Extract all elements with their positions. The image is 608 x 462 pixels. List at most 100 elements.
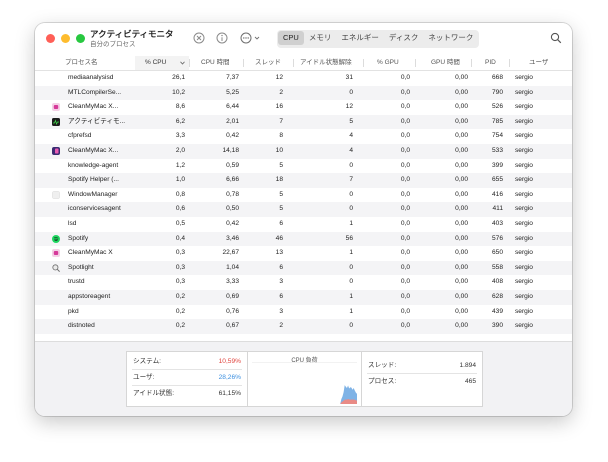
cell-idle-wakeups: 0 (349, 205, 353, 213)
system-stat: システム: 10,59% (133, 356, 241, 368)
cell-gpu-time: 0,00 (455, 161, 468, 169)
cell-cpu-percent: 0,3 (175, 278, 185, 286)
cell-idle-wakeups: 31 (345, 74, 353, 81)
idle-value: 61,15% (218, 390, 241, 397)
cell-process-name: CleanMyMac X... (68, 103, 119, 111)
cell-cpu-percent: 1,0 (175, 176, 185, 184)
header-idle-wakeups[interactable]: アイドル状態解除 (300, 56, 370, 70)
cell-process-name: Spotlight (68, 263, 94, 271)
cell-user: sergio (515, 205, 533, 213)
table-row[interactable]: distnoted 0,2 0,67 2 0 0,0 0,00 390 sergio (35, 319, 572, 334)
summary-panel: システム: 10,59% ユーザ: 28,26% アイドル状態: 61,15% … (35, 341, 572, 416)
cell-gpu-percent: 0,0 (400, 146, 410, 154)
close-window-button[interactable] (46, 34, 55, 43)
cell-pid: 754 (491, 132, 503, 140)
stop-process-icon[interactable] (193, 32, 205, 44)
toolbar: アクティビティモニタ 自分のプロセス CPU メモリ エネルギー ディスク ネッ… (35, 23, 572, 54)
table-row[interactable]: CleanMyMac X... 8,6 6,44 16 12 0,0 0,00 526 serg… (35, 100, 572, 115)
table-row[interactable]: mediaanalysisd 26,1 7,37 12 31 0,0 0,00 668 serg… (35, 71, 572, 86)
table-row[interactable]: WindowManager 0,8 0,78 5 0 0,0 0,00 416 sergio (35, 188, 572, 203)
cell-user: sergio (515, 117, 533, 125)
table-row[interactable]: iconservicesagent 0,6 0,50 5 0 0,0 0,00 411 serg… (35, 202, 572, 217)
cell-cpu-percent: 1,2 (175, 161, 185, 169)
header-gpu-time[interactable]: GPU 時間 (431, 56, 471, 70)
table-row[interactable]: pkd 0,2 0,76 3 1 0,0 0,00 439 sergio (35, 305, 572, 320)
cell-gpu-percent: 0,0 (400, 292, 410, 300)
header-cpu-percent[interactable]: % CPU (135, 56, 189, 70)
table-row[interactable]: knowledge-agent 1,2 0,59 5 0 0,0 0,00 399 sergio (35, 159, 572, 174)
processes-label: プロセス: (368, 378, 397, 385)
table-row[interactable]: アクティビティモ... 6,2 2,01 7 5 0,0 0,00 785 sergio (35, 114, 572, 130)
header-user[interactable]: ユーザ (529, 56, 559, 70)
cell-gpu-time: 0,00 (455, 278, 468, 286)
spotify-icon (52, 234, 60, 243)
cell-gpu-time: 0,00 (455, 249, 468, 257)
cell-user: sergio (515, 146, 533, 154)
window-subtitle[interactable]: 自分のプロセス (90, 40, 174, 49)
cell-pid: 668 (491, 74, 503, 81)
window-title: アクティビティモニタ (90, 29, 174, 39)
cell-cpu-percent: 0,4 (175, 234, 185, 242)
zoom-window-button[interactable] (76, 34, 85, 43)
threads-value: 1.894 (459, 362, 476, 369)
cell-pid: 399 (491, 161, 503, 169)
cell-process-name: trustd (68, 278, 85, 286)
header-process-name[interactable]: プロセス名 (65, 56, 135, 70)
cell-process-name: Spotify (68, 234, 89, 242)
cell-cpu-time: 0,78 (226, 190, 239, 198)
table-row[interactable]: trustd 0,3 3,33 3 0 0,0 0,00 408 sergio (35, 275, 572, 290)
cell-gpu-time: 0,00 (455, 176, 468, 184)
search-icon[interactable] (550, 32, 562, 44)
idle-label: アイドル状態: (133, 390, 175, 397)
cell-idle-wakeups: 0 (349, 190, 353, 198)
cell-threads: 13 (275, 249, 283, 257)
cell-threads: 3 (279, 307, 283, 315)
table-row[interactable]: MTLCompilerSe... 10,2 5,25 2 0 0,0 0,00 790 serg… (35, 85, 572, 101)
header-pid[interactable]: PID (485, 56, 509, 70)
header-cpu-time[interactable]: CPU 時間 (201, 56, 241, 70)
cell-gpu-percent: 0,0 (400, 161, 410, 169)
tab-cpu[interactable]: CPU (278, 31, 304, 45)
minimize-window-button[interactable] (61, 34, 70, 43)
table-row[interactable]: Spotify Helper (... 1,0 6,66 18 7 0,0 0,00 655 s… (35, 173, 572, 188)
cell-user: sergio (515, 322, 533, 330)
tab-energy[interactable]: エネルギー (336, 31, 384, 45)
table-row[interactable]: appstoreagent 0,2 0,69 6 1 0,0 0,00 628 sergio (35, 289, 572, 305)
cell-pid: 390 (491, 322, 503, 330)
cell-cpu-percent: 2,0 (175, 146, 185, 154)
cell-pid: 408 (491, 278, 503, 286)
activity-monitor-window: アクティビティモニタ 自分のプロセス CPU メモリ エネルギー ディスク ネッ… (35, 23, 572, 416)
table-row[interactable]: Spotify 0,4 3,46 46 56 0,0 0,00 576 sergio (35, 231, 572, 247)
cell-gpu-time: 0,00 (455, 307, 468, 315)
cell-gpu-percent: 0,0 (400, 190, 410, 198)
cell-gpu-time: 0,00 (455, 88, 468, 96)
cell-cpu-time: 0,42 (226, 132, 239, 140)
header-threads[interactable]: スレッド (255, 56, 289, 70)
info-icon[interactable] (216, 32, 228, 44)
cleanmymac-menu-icon (52, 146, 60, 155)
header-gpu-percent[interactable]: % GPU (377, 56, 411, 70)
process-rows: mediaanalysisd 26,1 7,37 12 31 0,0 0,00 668 serg… (35, 71, 572, 334)
table-row[interactable]: CleanMyMac X... 2,0 14,18 10 4 0,0 0,00 533 serg… (35, 143, 572, 159)
cell-cpu-time: 14,18 (222, 146, 239, 154)
tab-network[interactable]: ネットワーク (423, 31, 478, 45)
more-actions-button[interactable] (240, 32, 260, 44)
table-row[interactable]: cfprefsd 3,3 0,42 8 4 0,0 0,00 754 sergio (35, 129, 572, 144)
cell-threads: 7 (279, 117, 283, 125)
cell-idle-wakeups: 1 (349, 219, 353, 227)
cell-gpu-percent: 0,0 (400, 219, 410, 227)
cell-idle-wakeups: 1 (349, 249, 353, 257)
table-row[interactable]: CleanMyMac X 0,3 22,67 13 1 0,0 0,00 650 sergio (35, 246, 572, 261)
tab-disk[interactable]: ディスク (384, 31, 423, 45)
table-row[interactable]: lsd 0,5 0,42 6 1 0,0 0,00 403 sergio (35, 217, 572, 232)
cell-process-name: knowledge-agent (68, 161, 119, 169)
cell-pid: 655 (491, 176, 503, 184)
cell-idle-wakeups: 0 (349, 278, 353, 286)
tab-memory[interactable]: メモリ (304, 31, 337, 45)
spotlight-icon (52, 264, 60, 272)
cell-pid: 411 (492, 205, 503, 213)
cell-gpu-time: 0,00 (455, 103, 468, 111)
cell-gpu-percent: 0,0 (400, 132, 410, 140)
cell-cpu-percent: 26,1 (172, 74, 185, 81)
table-row[interactable]: Spotlight 0,3 1,04 6 0 0,0 0,00 558 sergio (35, 260, 572, 276)
